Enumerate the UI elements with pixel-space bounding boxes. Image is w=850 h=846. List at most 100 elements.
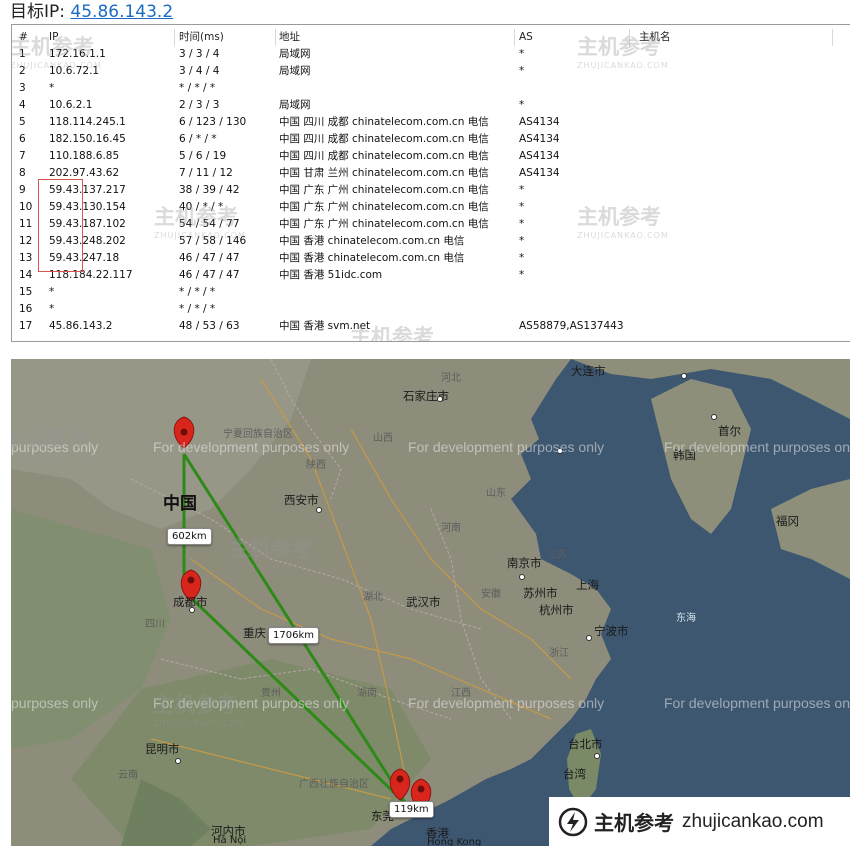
map-city-label: 昆明市 xyxy=(145,742,180,756)
map-province-label: 陕西 xyxy=(306,460,326,471)
cell-location: 局域网 xyxy=(279,48,311,60)
table-row[interactable]: 2 10.6.72.1 3 / 4 / 4 局域网 * xyxy=(12,63,850,80)
col-divider xyxy=(514,29,515,46)
table-row[interactable]: 7 110.188.6.85 5 / 6 / 19 中国 四川 成都 chinatel… xyxy=(12,148,850,165)
target-ip-link[interactable]: 45.86.143.2 xyxy=(70,2,173,22)
cell-time: 40 / * / * xyxy=(179,201,224,213)
map-province-label: 山西 xyxy=(373,433,393,444)
city-dot xyxy=(437,396,443,402)
col-header-as[interactable]: AS xyxy=(519,29,629,46)
map-city-label: 大连市 xyxy=(571,364,606,378)
table-row[interactable]: 5 118.114.245.1 6 / 123 / 130 中国 四川 成都 chin… xyxy=(12,114,850,131)
table-row[interactable]: 8 202.97.43.62 7 / 11 / 12 中国 甘肃 兰州 chinate… xyxy=(12,165,850,182)
target-ip-header: 目标IP: 45.86.143.2 xyxy=(10,0,173,24)
pin-dot xyxy=(187,576,195,584)
cell-as: * xyxy=(519,252,525,264)
pin-dot xyxy=(417,785,425,793)
map-province-label: 湖南 xyxy=(357,688,377,699)
map-city-label-en: Hong Kong xyxy=(427,837,482,846)
table-row[interactable]: 15 * * / * / * xyxy=(12,284,850,301)
cell-time: 3 / 4 / 4 xyxy=(179,65,220,77)
table-row[interactable]: 9 59.43.137.217 38 / 39 / 42 中国 广东 广州 china… xyxy=(12,182,850,199)
dev-overlay-text: For development purposes only xyxy=(408,439,605,455)
cell-ip: 45.86.143.2 xyxy=(49,320,113,332)
map-city-label: 西安市 xyxy=(284,493,319,507)
cell-hop: 17 xyxy=(19,320,33,332)
cell-time: 7 / 11 / 12 xyxy=(179,167,233,179)
cell-ip: 118.114.245.1 xyxy=(49,116,126,128)
route-map[interactable]: 中国 韩国 大连市 石家庄市 首尔 西安市 成都市 重庆 武汉市 南京市 苏州市… xyxy=(11,359,850,846)
map-city-label: 重庆 xyxy=(243,626,266,640)
table-row[interactable]: 6 182.150.16.45 6 / * / * 中国 四川 成都 chinatel… xyxy=(12,131,850,148)
cell-hop: 6 xyxy=(19,133,26,145)
brand-banner: 主机参考 zhujicankao.com xyxy=(549,797,850,846)
map-city-label: 苏州市 xyxy=(523,586,558,600)
map-province-label: 山东 xyxy=(486,488,506,499)
cell-hop: 16 xyxy=(19,303,33,315)
col-header-hostname[interactable]: 主机名 xyxy=(639,29,739,46)
map-province-label: 安徽 xyxy=(481,589,501,600)
map-province-label: 湖北 xyxy=(363,592,383,603)
city-dot xyxy=(189,607,195,613)
cell-ip: 10.6.72.1 xyxy=(49,65,100,77)
cell-ip: * xyxy=(49,82,55,94)
city-dot xyxy=(681,373,687,379)
dev-overlay-text: purposes only xyxy=(11,695,99,711)
distance-label: 119km xyxy=(389,801,434,818)
cell-ip: * xyxy=(49,286,55,298)
dev-overlay-text: For development purposes only xyxy=(664,439,850,455)
col-header-location[interactable]: 地址 xyxy=(279,29,517,46)
table-row[interactable]: 3 * * / * / * xyxy=(12,80,850,97)
traceroute-table: # IP 时间(ms) 地址 AS 主机名 1 172.16.1.1 3 / 3 /… xyxy=(11,24,850,342)
cell-time: 38 / 39 / 42 xyxy=(179,184,240,196)
city-dot xyxy=(316,507,322,513)
cell-location: 中国 香港 chinatelecom.com.cn 电信 xyxy=(279,235,465,247)
table-row[interactable]: 13 59.43.247.18 46 / 47 / 47 中国 香港 chinatel… xyxy=(12,250,850,267)
city-dot xyxy=(175,758,181,764)
cell-ip: 110.188.6.85 xyxy=(49,150,120,162)
map-province-label: 江苏 xyxy=(547,550,567,561)
brand-url[interactable]: zhujicankao.com xyxy=(682,811,824,833)
col-divider xyxy=(275,29,276,46)
table-row[interactable]: 1 172.16.1.1 3 / 3 / 4 局域网 * xyxy=(12,46,850,63)
col-header-hop[interactable]: # xyxy=(19,29,41,46)
cell-time: 46 / 47 / 47 xyxy=(179,252,240,264)
cell-location: 中国 广东 广州 chinatelecom.com.cn 电信 xyxy=(279,218,489,230)
cell-time: 57 / 58 / 146 xyxy=(179,235,247,247)
cell-as: AS58879,AS137443 xyxy=(519,320,624,332)
city-dot xyxy=(586,635,592,641)
cell-ip: 172.16.1.1 xyxy=(49,48,106,60)
pin-dot xyxy=(396,775,404,783)
table-row[interactable]: 11 59.43.187.102 54 / 54 / 77 中国 广东 广州 chin… xyxy=(12,216,850,233)
table-row[interactable]: 12 59.43.248.202 57 / 58 / 146 中国 香港 chinat… xyxy=(12,233,850,250)
map-city-label: 宁波市 xyxy=(594,624,629,638)
cell-location: 中国 四川 成都 chinatelecom.com.cn 电信 xyxy=(279,133,489,145)
map-city-label: 福冈 xyxy=(776,514,799,528)
map-sea-label: 东海 xyxy=(676,613,696,624)
cell-location: 中国 甘肃 兰州 chinatelecom.com.cn 电信 xyxy=(279,167,489,179)
map-province-label: 宁夏回族自治区 xyxy=(223,429,293,440)
map-province-label: 四川 xyxy=(145,619,165,630)
table-row[interactable]: 17 45.86.143.2 48 / 53 / 63 中国 香港 svm.net AS… xyxy=(12,318,850,335)
cell-time: * / * / * xyxy=(179,303,216,315)
cell-time: * / * / * xyxy=(179,286,216,298)
map-city-label: 台湾 xyxy=(563,767,586,781)
cell-location: 中国 四川 成都 chinatelecom.com.cn 电信 xyxy=(279,116,489,128)
brand-name: 主机参考 xyxy=(594,811,674,835)
table-row[interactable]: 4 10.6.2.1 2 / 3 / 3 局域网 * xyxy=(12,97,850,114)
japan-landmass xyxy=(771,479,850,579)
table-row[interactable]: 14 118.184.22.117 46 / 47 / 47 中国 香港 51idc.… xyxy=(12,267,850,284)
table-header-row: # IP 时间(ms) 地址 AS 主机名 xyxy=(12,29,850,46)
city-dot xyxy=(711,414,717,420)
korea-landmass xyxy=(651,379,751,534)
col-header-time[interactable]: 时间(ms) xyxy=(179,29,275,46)
table-row[interactable]: 16 * * / * / * xyxy=(12,301,850,318)
map-city-label-en: Hà Nội xyxy=(213,835,247,846)
table-row[interactable]: 10 59.43.130.154 40 / * / * 中国 广东 广州 chinat… xyxy=(12,199,850,216)
map-province-label: 云南 xyxy=(118,770,138,781)
dev-overlay-text: For development purposes only xyxy=(153,439,350,455)
cell-as: AS4134 xyxy=(519,133,560,145)
brand-logo-icon xyxy=(558,807,588,836)
col-divider xyxy=(832,29,833,46)
col-header-ip[interactable]: IP xyxy=(49,29,169,46)
